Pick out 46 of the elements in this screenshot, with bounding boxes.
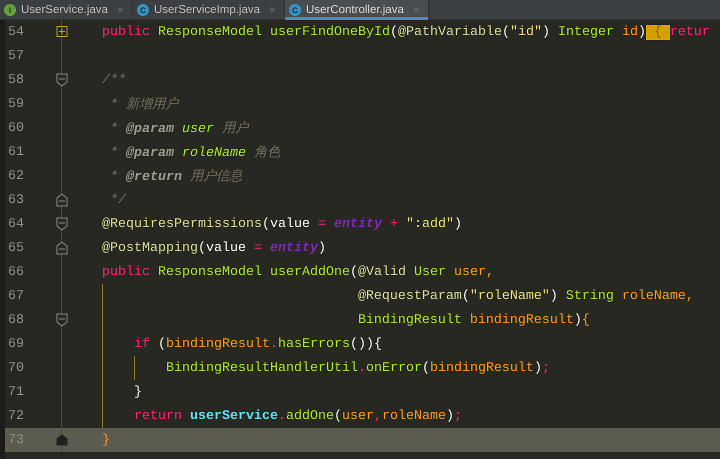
line-number: 54 (7, 24, 25, 40)
code-line: * 新增用户 (110, 96, 178, 113)
line-number: 58 (7, 72, 25, 88)
code-line: @RequestParam("roleName") String roleName, (358, 288, 694, 304)
line-number: 64 (7, 216, 25, 232)
line-number: 69 (7, 336, 25, 352)
code-line: BindingResultHandlerUtil.onError(bindingResult); (166, 360, 550, 376)
line-number: 68 (7, 312, 25, 328)
line-number: 72 (7, 408, 25, 424)
collapse-icon[interactable] (56, 313, 68, 327)
line-number: 59 (7, 96, 25, 112)
line-number: 63 (7, 192, 25, 208)
code-line: * @return 用户信息 (110, 168, 242, 185)
line-number: 70 (7, 360, 25, 376)
code-line: * @param user 用户 (110, 120, 248, 137)
code-line: if (bindingResult.hasErrors()){ (134, 336, 382, 352)
code-line: /** (102, 72, 126, 88)
code-line: * @param roleName 角色 (110, 144, 280, 161)
code-line: } (102, 432, 110, 448)
collapse-icon[interactable] (56, 73, 68, 87)
line-number: 60 (7, 120, 25, 136)
code-line: */ (110, 192, 126, 208)
code-line: public ResponseModel userAddOne(@Valid User user, (102, 264, 494, 280)
line-number: 61 (7, 144, 25, 160)
file-type-icon: C (289, 4, 302, 16)
line-number: 62 (7, 168, 25, 184)
file-type-icon: C (136, 4, 149, 16)
file-type-icon: I (4, 4, 16, 16)
code-line: public ResponseModel userFindOneById(@PathVariable("id") Integer id) { retur (102, 24, 710, 40)
code-line: } (134, 384, 142, 400)
code-line: BindingResult bindingResult){ (358, 312, 590, 328)
line-number: 66 (7, 264, 25, 280)
editor-tab[interactable]: C UserController.java × (285, 0, 429, 20)
line-number: 57 (7, 48, 25, 64)
code-line: @PostMapping(value = entity) (102, 240, 326, 256)
line-number: 65 (7, 240, 25, 256)
collapse-icon[interactable] (56, 241, 68, 255)
collapse-icon[interactable] (56, 433, 68, 447)
line-number: 73 (7, 432, 25, 448)
code-line: @RequiresPermissions(value = entity + ":add") (102, 216, 462, 232)
expand-icon[interactable] (56, 25, 68, 39)
line-number: 67 (7, 288, 25, 304)
code-line: return userService.addOne(user,roleName); (134, 408, 462, 424)
collapse-icon[interactable] (56, 217, 68, 231)
collapse-icon[interactable] (56, 193, 68, 207)
line-number: 71 (7, 384, 25, 400)
